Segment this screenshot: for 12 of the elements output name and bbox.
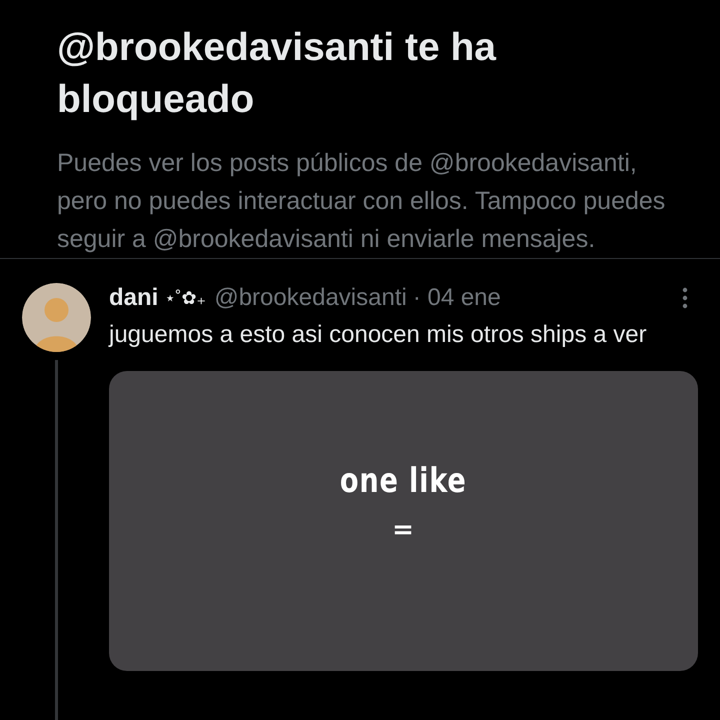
post-text: juguemos a esto asi conocen mis otros ships a ver [109,320,648,350]
media-text: one like [340,460,467,503]
blocked-title: @brookedavisanti te ha bloqueado [57,25,498,123]
avatar[interactable] [22,283,91,352]
user-handle[interactable]: @brookedavisanti [214,283,407,313]
post-date: · 04 ene [412,283,501,313]
more-options-icon[interactable] [682,287,688,309]
post-media[interactable]: one like = [109,371,698,671]
display-name[interactable]: dani [109,283,158,313]
name-decoration: ⋆˚✿₊ [164,287,206,310]
media-text: = [392,515,415,545]
blocked-message: Puedes ver los posts públicos de @brookedavisanti, pero no puedes interactuar con ellos. Tampoco puedes seguir a @brookedavisanti ni enviarle mensajes. [57,148,666,255]
